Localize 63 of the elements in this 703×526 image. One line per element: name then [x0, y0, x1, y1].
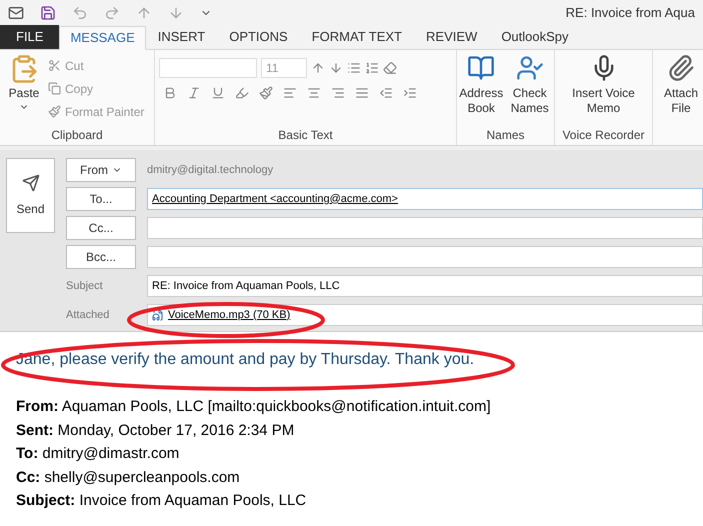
ribbon-tab[interactable]: FORMAT TEXT: [300, 25, 414, 49]
send-icon: [22, 174, 40, 192]
address-button[interactable]: Bcc...: [66, 245, 136, 269]
sender-address: dmitry@digital.technology: [147, 162, 274, 178]
quoted-header-line: To: dmitry@dimastr.com: [16, 444, 180, 464]
quoted-header-line: Cc: shelly@supercleanpools.com: [16, 468, 241, 488]
ribbon-tab[interactable]: OPTIONS: [217, 25, 300, 49]
down-arrow-icon[interactable]: [168, 5, 184, 21]
outdent-icon[interactable]: [379, 86, 393, 100]
align-left-icon[interactable]: [283, 86, 297, 100]
names-button[interactable]: Check Names: [506, 54, 553, 129]
underline-icon[interactable]: [211, 86, 225, 100]
person-check-icon: [516, 54, 544, 82]
align-right-icon[interactable]: [331, 86, 345, 100]
attach-file-button[interactable]: Attach File: [661, 54, 701, 116]
clear-formatting-icon[interactable]: [383, 61, 397, 75]
align-center-icon[interactable]: [307, 86, 321, 100]
redo-icon[interactable]: [104, 5, 120, 21]
paperclip-icon: [667, 54, 695, 82]
group-label: Basic Text: [277, 129, 334, 144]
attachment-field[interactable]: VoiceMemo.mp3 (70 KB): [147, 304, 703, 326]
font-name-field[interactable]: [159, 58, 257, 78]
numbering-icon[interactable]: [365, 61, 379, 75]
copy-icon: [48, 82, 61, 95]
save-icon[interactable]: [40, 5, 56, 21]
address-button[interactable]: To...: [66, 187, 136, 211]
ribbon-tab[interactable]: OutlookSpy: [489, 25, 581, 49]
highlight-icon[interactable]: [235, 86, 249, 100]
ribbon-tab[interactable]: MESSAGE: [59, 26, 146, 50]
recipient-field[interactable]: Accounting Department <accounting@acme.com>: [147, 188, 703, 210]
window-title: RE: Invoice from Aqua: [566, 4, 695, 22]
subject-field[interactable]: RE: Invoice from Aquaman Pools, LLC: [147, 275, 703, 297]
book-icon: [467, 54, 496, 82]
quoted-header-line: Sent: Monday, October 17, 2016 2:34 PM: [16, 420, 296, 440]
audio-file-icon: [152, 309, 164, 321]
group-label: Names: [485, 129, 526, 144]
field-label: Attached: [66, 308, 110, 323]
ribbon-tab[interactable]: REVIEW: [414, 25, 490, 49]
address-button[interactable]: From: [66, 158, 136, 182]
undo-icon[interactable]: [72, 5, 88, 21]
envelope-icon[interactable]: [8, 5, 24, 21]
scissors-icon: [48, 59, 61, 72]
italic-icon[interactable]: [187, 86, 201, 100]
names-button[interactable]: Address Book: [458, 54, 504, 129]
bullets-icon[interactable]: [347, 61, 361, 75]
ribbon-tab[interactable]: FILE: [0, 25, 60, 49]
quoted-header-line: From: Aquaman Pools, LLC [mailto:quickbooks@notification.intuit.com]: [16, 397, 492, 417]
justify-icon[interactable]: [355, 86, 369, 100]
ribbon-tab[interactable]: INSERT: [146, 25, 218, 49]
paste-button[interactable]: Paste: [4, 54, 44, 129]
group-label: Voice Recorder: [561, 129, 646, 144]
indent-icon[interactable]: [403, 86, 417, 100]
paintbrush-icon: [48, 105, 61, 118]
quoted-header-line: Subject: Invoice from Aquaman Pools, LLC: [16, 491, 308, 511]
bold-icon[interactable]: [163, 86, 177, 100]
recipient-field[interactable]: [147, 246, 703, 268]
up-arrow-icon[interactable]: [136, 5, 152, 21]
insert-voice-memo-button[interactable]: Insert Voice Memo: [558, 54, 648, 129]
send-button[interactable]: Send: [6, 158, 55, 233]
recipient-field[interactable]: [147, 217, 703, 239]
field-label: Subject: [66, 278, 104, 294]
address-button[interactable]: Cc...: [66, 216, 136, 240]
group-label: Clipboard: [50, 129, 104, 144]
